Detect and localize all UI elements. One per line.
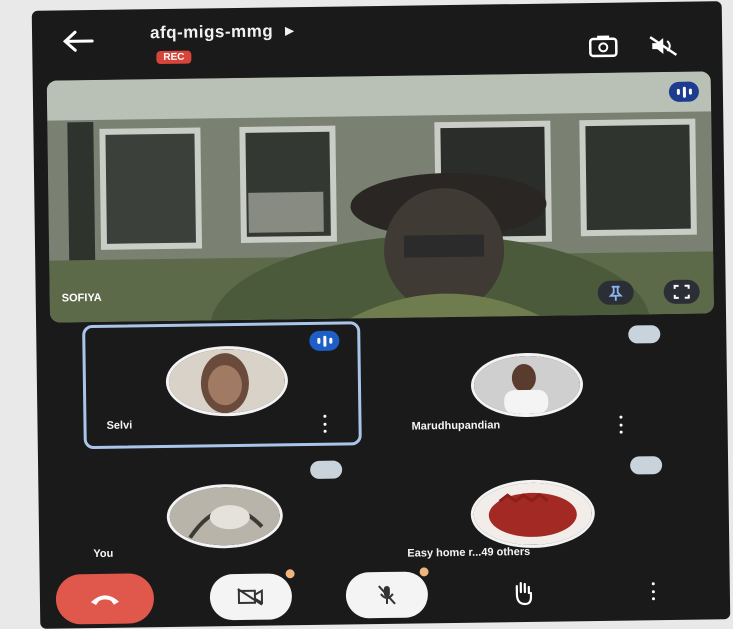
participant-name: Selvi [106, 419, 133, 432]
fullscreen-button[interactable] [663, 279, 700, 305]
meeting-code: afq-migs-mmg [149, 21, 274, 43]
speaking-indicator-icon [668, 81, 700, 102]
avatar [166, 483, 284, 550]
participant-tile-you[interactable]: You [84, 452, 358, 574]
raise-hand-icon [515, 581, 533, 606]
more-options-icon [650, 582, 656, 601]
participant-name: You [93, 547, 114, 561]
participant-tile-others[interactable]: Easy home r...49 others [400, 448, 674, 570]
participant-name: Marudhupandian [411, 419, 501, 433]
camera-off-icon [237, 588, 264, 606]
more-vert-icon[interactable] [617, 415, 623, 434]
meeting-title[interactable]: afq-migs-mmg ▶ [150, 21, 294, 43]
avatar [165, 345, 289, 418]
mic-toggle-button[interactable] [345, 571, 429, 619]
switch-camera-icon[interactable] [586, 35, 620, 59]
back-arrow-icon[interactable] [58, 26, 98, 57]
more-vert-icon[interactable] [321, 414, 327, 433]
participant-tile-marudhupandian[interactable]: Marudhupandian [396, 317, 670, 439]
mic-muted-icon [630, 456, 663, 475]
mic-warning-dot [419, 567, 429, 577]
camera-warning-dot [285, 569, 295, 579]
caret-right-icon: ▶ [285, 25, 295, 38]
meet-call-screen: afq-migs-mmg ▶ REC SOFIYA Selvi Marudhup… [31, 1, 731, 629]
fullscreen-icon [673, 284, 690, 299]
mic-muted-icon [310, 460, 343, 480]
participant-tile-selvi[interactable]: Selvi [82, 321, 362, 450]
call-controls-bar [40, 561, 731, 629]
pin-button[interactable] [597, 280, 634, 305]
end-call-button[interactable] [55, 573, 155, 625]
mic-off-icon [378, 585, 396, 605]
speaking-indicator-icon [309, 330, 340, 352]
mic-muted-icon [628, 325, 661, 344]
camera-toggle-button[interactable] [209, 573, 293, 621]
raise-hand-button[interactable] [488, 570, 559, 617]
avatar [470, 352, 584, 418]
more-options-button[interactable] [630, 568, 677, 615]
top-bar: afq-migs-mmg ▶ REC [32, 1, 723, 71]
main-video-tile[interactable]: SOFIYA [46, 71, 715, 323]
end-call-icon [90, 595, 119, 606]
main-participant-name: SOFIYA [61, 291, 102, 305]
avatar [470, 479, 596, 549]
participant-name: Easy home r...49 others [407, 545, 531, 560]
pin-icon [608, 285, 623, 301]
speaker-off-icon[interactable] [646, 34, 680, 58]
recording-badge: REC [156, 50, 192, 65]
